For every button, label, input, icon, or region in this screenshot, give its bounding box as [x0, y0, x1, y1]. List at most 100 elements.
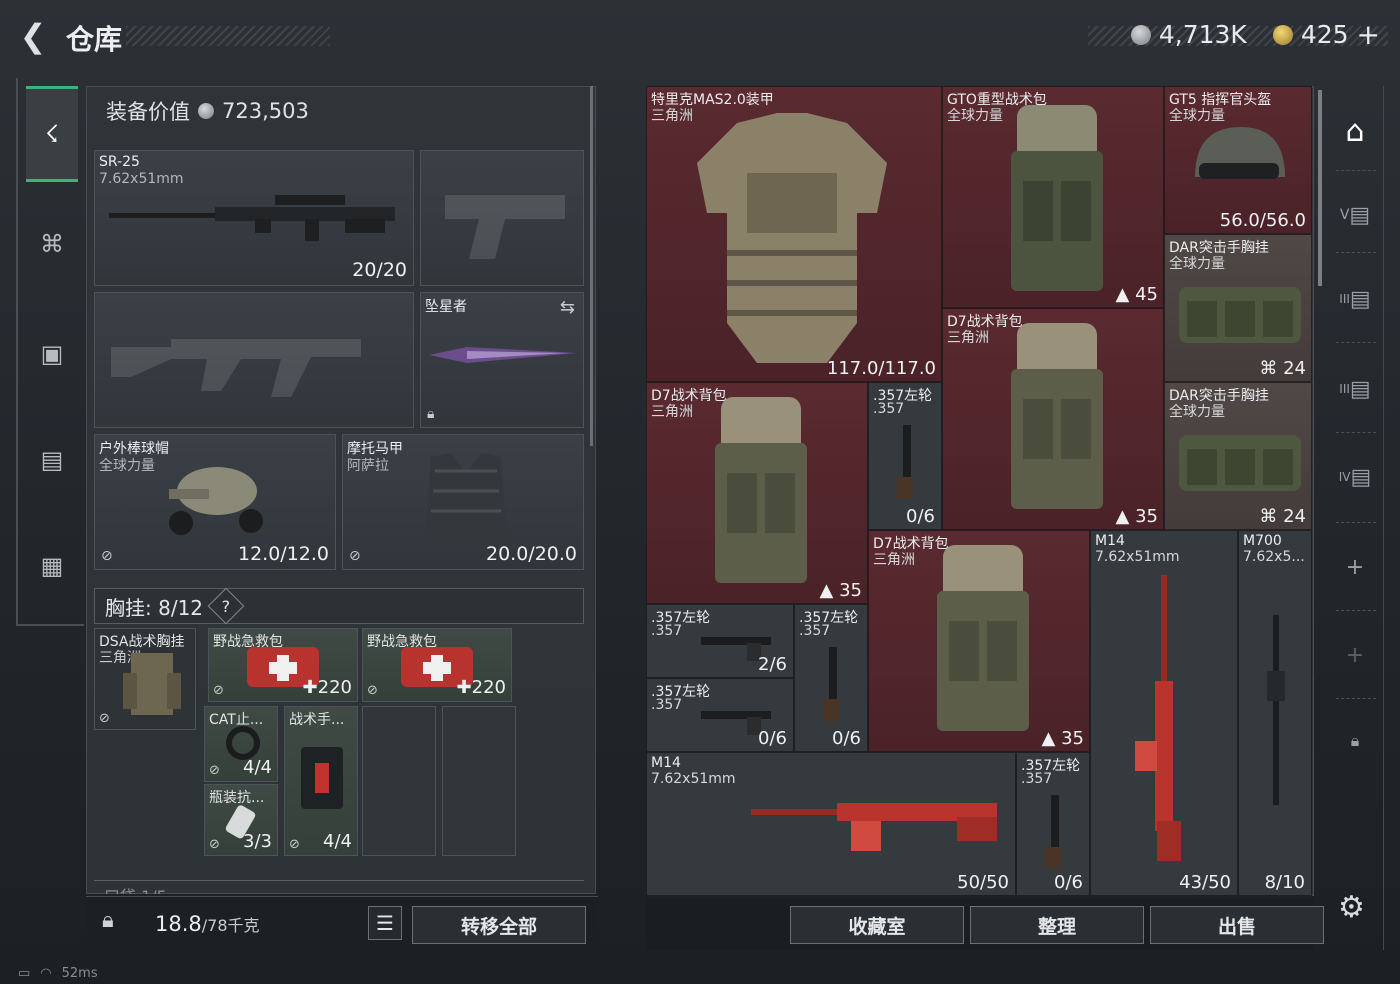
ammo-count: 0/6	[1054, 872, 1083, 893]
item-map: 全球力量	[947, 108, 1003, 124]
storage-item-revolver-1[interactable]: .357左轮 .357 0/6	[868, 382, 942, 530]
tab-weapons[interactable]: ☇	[26, 86, 78, 182]
tab-storage-iii-b[interactable]: III ▤	[1334, 364, 1376, 414]
collection-button[interactable]: 收藏室	[790, 906, 964, 944]
storage-item-d7-pack-b[interactable]: D7战术背包 三角洲 ▲ 35	[646, 382, 868, 604]
storage-item-d7-pack-c[interactable]: D7战术背包 三角洲 ▲ 35	[868, 530, 1090, 752]
ammo-count: 0/6	[832, 728, 861, 749]
safe-icon[interactable]: 🔒︎	[102, 908, 114, 933]
tab-storage-v[interactable]: V ▤	[1334, 190, 1376, 240]
swap-icon[interactable]: ⇆	[560, 297, 575, 318]
sidearm-slot[interactable]	[420, 150, 584, 286]
tab-rig[interactable]: ▤	[26, 412, 78, 508]
chest-rig-icon	[1179, 435, 1301, 491]
tab-backpack[interactable]: ▣	[26, 306, 78, 402]
tab-main-storage[interactable]: ⌂	[1334, 106, 1376, 156]
durability: 20.0/20.0	[485, 543, 577, 565]
shelf-icon: ▤	[1350, 464, 1372, 490]
no-insure-icon: ⊘	[99, 711, 110, 726]
item-caliber: .357	[651, 697, 683, 713]
armor-vest-icon	[697, 113, 887, 363]
organize-button[interactable]: 整理	[970, 906, 1144, 944]
storage-item-armor[interactable]: 特里克MAS2.0装甲 三角洲 117.0/117.0	[646, 86, 942, 382]
silver-coin-icon	[198, 103, 214, 119]
rifle-icon	[1135, 575, 1181, 861]
item-caliber: 7.62x51mm	[651, 771, 736, 787]
storage-item-m14-b[interactable]: M14 7.62x51mm 50/50	[646, 752, 1016, 896]
revolver-icon	[897, 425, 913, 499]
settings-button[interactable]: ⚙	[1338, 890, 1365, 925]
tab-armor[interactable]: ⌘	[26, 196, 78, 292]
empty-slot[interactable]	[362, 706, 436, 856]
helmet-slot[interactable]: 户外棒球帽 全球力量 ⊘ 12.0/12.0	[94, 434, 336, 570]
item-name: 战术手...	[289, 712, 345, 728]
sell-button[interactable]: 出售	[1150, 906, 1324, 944]
tourniquet-slot[interactable]: CAT止... ⊘ 4/4	[204, 706, 278, 782]
add-storage-button-disabled[interactable]: +	[1334, 630, 1376, 680]
no-insure-icon: ⊘	[101, 548, 113, 564]
divider	[1336, 698, 1376, 699]
storage-scrollbar[interactable]	[1318, 90, 1322, 286]
divider	[1336, 432, 1376, 433]
tab-case[interactable]: ▦	[26, 518, 78, 614]
medkit-slot-2[interactable]: 野战急救包 ⊘ ✚220	[362, 628, 512, 702]
lock-icon: 🔒︎	[1350, 731, 1360, 750]
storage-item-dar-rig-2[interactable]: DAR突击手胸挂 全球力量 ⌘ 24	[1164, 382, 1312, 530]
locked-storage-tab[interactable]: 🔒︎	[1334, 716, 1376, 766]
storage-item-revolver-3[interactable]: .357左轮 .357 0/6	[646, 678, 794, 752]
back-button[interactable]: ❮	[14, 17, 52, 55]
armor-slot[interactable]: 摩托马甲 阿萨拉 ⊘ 20.0/20.0	[342, 434, 584, 570]
storage-item-gt5-helmet[interactable]: GT5 指挥官头盔 全球力量 56.0/56.0	[1164, 86, 1312, 234]
currency-display: 4,713K 425 +	[1130, 18, 1380, 51]
item-map: 全球力量	[99, 458, 155, 474]
tourniquet-icon	[226, 726, 260, 760]
storage-item-revolver-5[interactable]: .357左轮 .357 0/6	[1016, 752, 1090, 896]
rig-slot[interactable]: DSA战术胸挂 三角洲 ⊘	[94, 628, 196, 730]
pistol-icon: ☇	[45, 120, 59, 148]
tactical-item-slot[interactable]: 战术手... ⊘ 4/4	[284, 706, 358, 856]
melee-slot[interactable]: 坠星者 ⇆ 🔒︎	[420, 292, 584, 428]
revolver-icon	[1045, 795, 1061, 869]
pills-slot[interactable]: 瓶装抗... ⊘ 3/3	[204, 784, 278, 856]
help-icon[interactable]: ?	[207, 587, 245, 625]
pocket-header: 口袋 1/5	[94, 880, 584, 894]
tactical-kit-icon	[301, 747, 343, 809]
item-caliber: 7.62x51mm	[1095, 549, 1180, 565]
transfer-all-button[interactable]: 转移全部	[412, 906, 586, 944]
equip-value-amount: 723,503	[222, 99, 309, 123]
add-currency-button[interactable]: +	[1357, 18, 1380, 51]
rifle-icon	[1267, 615, 1285, 805]
storage-item-m700[interactable]: M700 7.62x5... 8/10	[1238, 530, 1312, 896]
durability: 12.0/12.0	[237, 543, 329, 565]
tab-storage-iii-a[interactable]: III ▤	[1334, 274, 1376, 324]
storage-item-revolver-4[interactable]: .357左轮 .357 0/6	[794, 604, 868, 752]
primary-weapon-slot[interactable]: SR-25 7.62x51mm 20/20	[94, 150, 414, 286]
item-map: 三角洲	[947, 330, 989, 346]
rifle-silhouette-icon	[111, 339, 361, 397]
divider	[1336, 170, 1376, 171]
list-button[interactable]: ☰	[368, 906, 402, 940]
shelf-icon: ▤	[1349, 376, 1371, 402]
storage-item-revolver-2[interactable]: .357左轮 .357 2/6	[646, 604, 794, 678]
storage-item-gto-pack[interactable]: GTO重型战术包 全球力量 ▲ 45	[942, 86, 1164, 308]
storage-item-dar-rig-1[interactable]: DAR突击手胸挂 全球力量 ⌘ 24	[1164, 234, 1312, 382]
loadout-scrollbar[interactable]	[590, 86, 593, 446]
tab-storage-iv[interactable]: IV ▤	[1334, 452, 1376, 502]
backpack-icon	[715, 397, 807, 583]
item-caliber: .357	[651, 623, 683, 639]
backpack-icon	[1011, 323, 1103, 509]
shelf-icon: ▤	[1349, 286, 1371, 312]
medkit-slot-1[interactable]: 野战急救包 ⊘ ✚220	[208, 628, 358, 702]
medkit-value: ✚220	[456, 677, 506, 698]
ammo-count: 43/50	[1179, 872, 1231, 893]
storage-item-d7-pack-a[interactable]: D7战术背包 三角洲 ▲ 35	[942, 308, 1164, 530]
add-storage-button[interactable]: +	[1334, 542, 1376, 592]
safe-icon: ⌂	[1345, 113, 1365, 149]
storage-item-m14-a[interactable]: M14 7.62x51mm 43/50	[1090, 530, 1238, 896]
title-decoration	[126, 26, 330, 46]
backpack-icon	[937, 545, 1029, 731]
item-count: 3/3	[243, 831, 272, 852]
secondary-weapon-slot[interactable]	[94, 292, 414, 428]
empty-slot[interactable]	[442, 706, 516, 856]
medkit-value: ✚220	[302, 677, 352, 698]
